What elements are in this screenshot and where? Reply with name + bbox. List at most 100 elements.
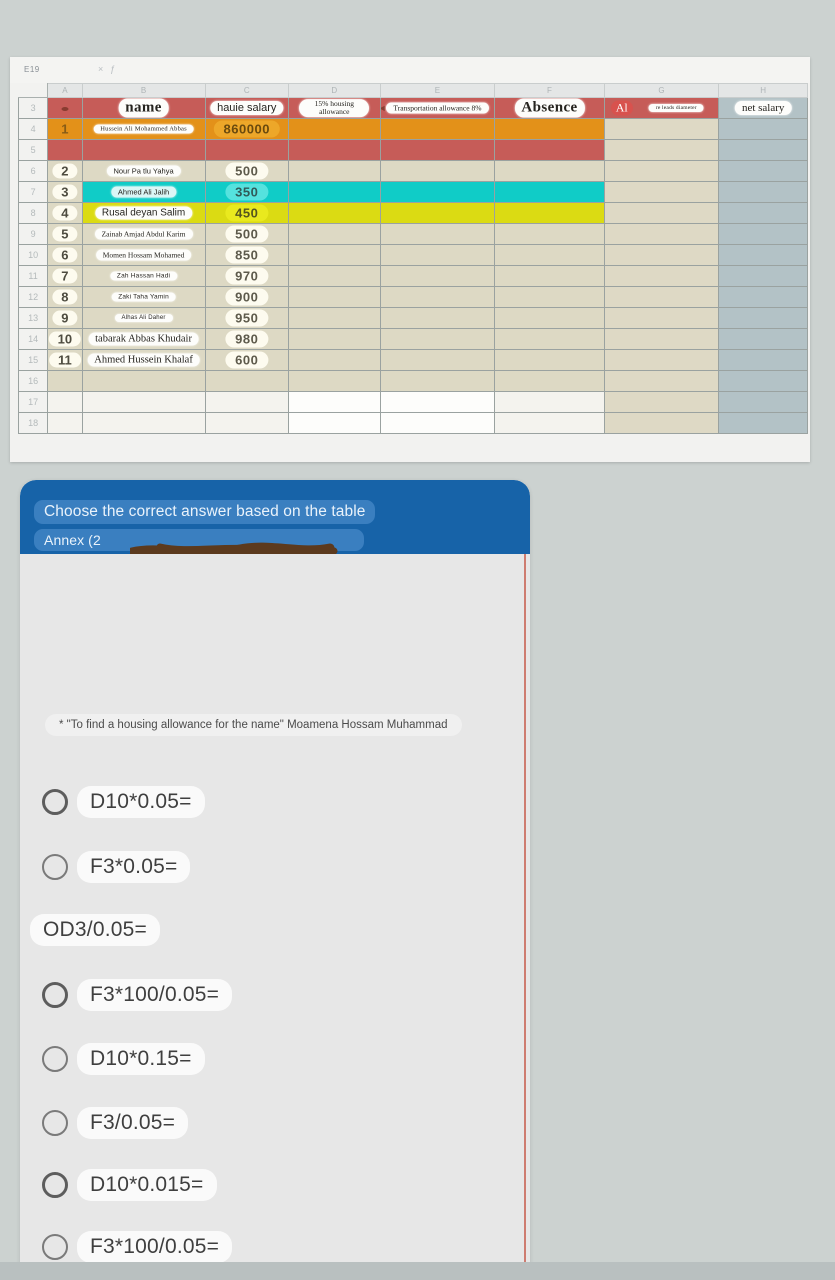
cell-basic-salary[interactable]: 860000 [204,118,289,140]
cell-empty[interactable] [287,391,381,413]
cell-name[interactable]: Alhas Ali Daher [81,307,206,329]
radio-button-icon[interactable] [42,1110,68,1136]
cell-housing-allowance[interactable] [287,349,381,371]
cell-empty[interactable] [718,370,808,392]
cell-empty[interactable] [204,391,289,413]
radio-button-icon[interactable] [42,854,68,880]
cell-deduction[interactable] [603,328,720,350]
cell-housing-allowance[interactable] [287,202,381,224]
cell-name[interactable]: Hussein Ali Mohammed Abbas [81,118,206,140]
cell-empty[interactable] [603,139,720,161]
cell-housing-allowance[interactable] [287,181,381,203]
cell-absence[interactable] [494,307,605,329]
cell-transportation-allowance[interactable] [379,286,496,308]
sheet-row-number[interactable]: 10 [17,244,49,266]
cell-basic-salary[interactable]: 600 [204,349,289,371]
cell-deduction[interactable] [603,118,720,140]
column-letter-h[interactable]: H [718,83,808,98]
cell-empty[interactable] [379,391,496,413]
cell-deduction[interactable] [603,202,720,224]
option-label[interactable]: D10*0.05= [77,786,205,818]
cell-row-number[interactable]: 2 [47,160,83,182]
cell-absence[interactable] [494,265,605,287]
cell-transportation-allowance[interactable] [379,223,496,245]
radio-button-icon[interactable] [42,1046,68,1072]
radio-button-icon[interactable] [42,1172,68,1198]
cell-transportation-allowance[interactable] [379,118,496,140]
header-cell-deduction[interactable]: Al re leads diameter [603,97,720,119]
cell-transportation-allowance[interactable] [379,349,496,371]
cell-deduction[interactable] [603,223,720,245]
cell-empty[interactable] [287,370,381,392]
table-row[interactable]: 14 10 tabarak Abbas Khudair 980 [17,328,808,350]
cell-net-salary[interactable] [718,160,808,182]
table-row[interactable]: 4 1 Hussein Ali Mohammed Abbas 860000 [17,118,808,140]
cell-name[interactable]: Rusal deyan Salim [81,202,206,224]
cell-name[interactable]: Zaki Taha Yamin [81,286,206,308]
option-label[interactable]: D10*0.15= [77,1043,205,1075]
table-row[interactable]: 12 8 Zaki Taha Yamin 900 [17,286,808,308]
cell-row-number[interactable]: 9 [47,307,83,329]
cell-transportation-allowance[interactable] [379,181,496,203]
vertical-scrollbar[interactable] [524,554,526,1270]
cell-deduction[interactable] [603,160,720,182]
cell-housing-allowance[interactable] [287,307,381,329]
cell-empty[interactable] [494,391,605,413]
radio-button-icon[interactable] [42,982,68,1008]
column-letter-a[interactable]: A [47,83,83,98]
option-row-3[interactable]: OD3/0.05= [30,914,160,946]
cell-row-number[interactable]: 5 [47,223,83,245]
sheet-row-number[interactable]: 17 [17,391,49,413]
column-letter-f[interactable]: F [494,83,605,98]
cell-net-salary[interactable] [718,349,808,371]
cell-row-number[interactable]: 10 [47,328,83,350]
cell-empty[interactable] [81,391,206,413]
cell-name[interactable]: Ahmed Hussein Khalaf [81,349,206,371]
sheet-row-number[interactable]: 15 [17,349,49,371]
cell-empty[interactable] [47,391,83,413]
table-row[interactable]: 11 7 Zah Hassan Hadi 970 [17,265,808,287]
cell-empty[interactable] [287,139,381,161]
cell-housing-allowance[interactable] [287,265,381,287]
cell-name[interactable]: Zainab Amjad Abdul Karim [81,223,206,245]
column-letter-c[interactable]: C [204,83,289,98]
table-spacer-row[interactable]: 5 [17,139,808,161]
cell-basic-salary[interactable]: 970 [204,265,289,287]
cell-net-salary[interactable] [718,181,808,203]
cell-absence[interactable] [494,160,605,182]
cell-net-salary[interactable] [718,202,808,224]
sheet-row-number[interactable]: 8 [17,202,49,224]
option-label[interactable]: F3/0.05= [77,1107,189,1139]
cell-row-number[interactable]: 8 [47,286,83,308]
cell-deduction[interactable] [603,181,720,203]
cell-empty[interactable] [81,139,206,161]
cell-empty[interactable] [494,139,605,161]
cell-deduction[interactable] [603,244,720,266]
cell-deduction[interactable] [603,265,720,287]
cell-transportation-allowance[interactable] [379,160,496,182]
table-row[interactable]: 15 11 Ahmed Hussein Khalaf 600 [17,349,808,371]
sheet-row-number[interactable]: 16 [17,370,49,392]
cell-transportation-allowance[interactable] [379,244,496,266]
table-row[interactable]: 10 6 Momen Hossam Mohamed 850 [17,244,808,266]
sheet-row-number[interactable]: 3 [17,97,49,119]
column-letter-d[interactable]: D [287,83,381,98]
cell-empty[interactable] [603,391,720,413]
option-row-5[interactable]: D10*0.15= [42,1043,205,1075]
option-row-6[interactable]: F3/0.05= [42,1107,189,1139]
cell-net-salary[interactable] [718,265,808,287]
cell-empty[interactable] [47,139,83,161]
cell-row-number[interactable]: 3 [47,181,83,203]
name-box[interactable]: E19 [24,65,40,74]
cell-name[interactable]: Ahmed Ali Jalih [81,181,206,203]
table-row[interactable]: 9 5 Zainab Amjad Abdul Karim 500 [17,223,808,245]
cell-deduction[interactable] [603,307,720,329]
cell-empty[interactable] [287,412,381,434]
option-row-7[interactable]: D10*0.015= [42,1169,217,1201]
cell-name[interactable]: Nour Pa tlu Yahya [81,160,206,182]
cell-basic-salary[interactable]: 900 [204,286,289,308]
option-row-2[interactable]: F3*0.05= [42,851,191,883]
cell-empty[interactable] [379,412,496,434]
option-label[interactable]: F3*100/0.05= [77,979,233,1011]
cell-empty[interactable] [718,412,808,434]
